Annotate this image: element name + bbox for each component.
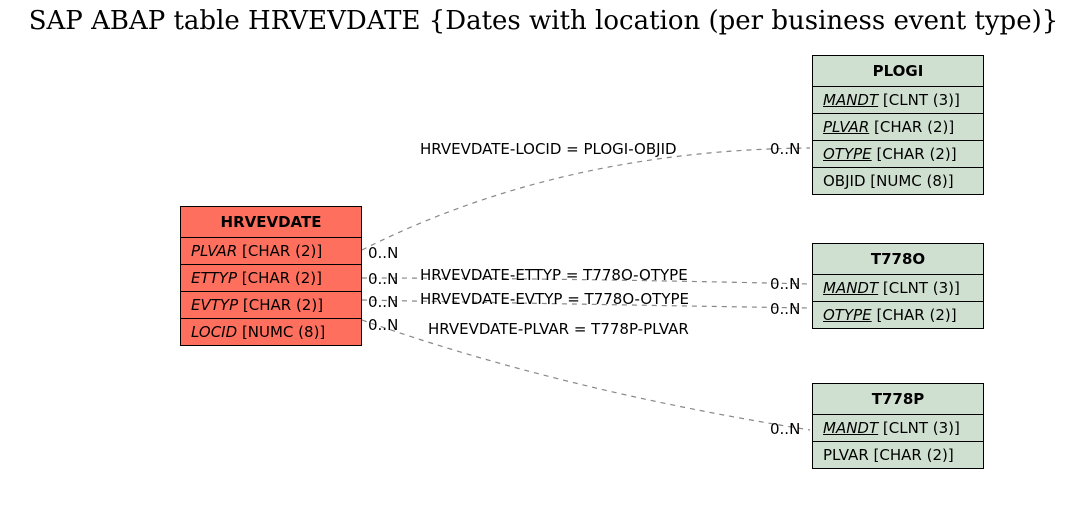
entity-t778p-field-mandt: MANDT [CLNT (3)] [813, 415, 983, 442]
entity-t778o-header: T778O [813, 244, 983, 275]
cardinality-right-t778p: 0..N [770, 420, 800, 438]
entity-plogi-field-otype: OTYPE [CHAR (2)] [813, 141, 983, 168]
relation-label-plvar: HRVEVDATE-PLVAR = T778P-PLVAR [428, 320, 689, 338]
entity-t778p-header: T778P [813, 384, 983, 415]
entity-t778p-field-plvar: PLVAR [CHAR (2)] [813, 442, 983, 468]
relation-label-evtyp: HRVEVDATE-EVTYP = T778O-OTYPE [420, 290, 689, 308]
entity-hrvevdate-field-ettyp: ETTYP [CHAR (2)] [181, 265, 361, 292]
entity-hrvevdate: HRVEVDATE PLVAR [CHAR (2)] ETTYP [CHAR (… [180, 206, 362, 346]
entity-plogi-field-objid: OBJID [NUMC (8)] [813, 168, 983, 194]
cardinality-right-t778o-1: 0..N [770, 275, 800, 293]
entity-t778o-field-otype: OTYPE [CHAR (2)] [813, 302, 983, 328]
cardinality-left-2: 0..N [368, 270, 398, 288]
cardinality-left-3: 0..N [368, 293, 398, 311]
cardinality-left-4: 0..N [368, 316, 398, 334]
entity-t778o-field-mandt: MANDT [CLNT (3)] [813, 275, 983, 302]
entity-hrvevdate-field-evtyp: EVTYP [CHAR (2)] [181, 292, 361, 319]
entity-plogi-field-plvar: PLVAR [CHAR (2)] [813, 114, 983, 141]
cardinality-right-t778o-2: 0..N [770, 300, 800, 318]
entity-hrvevdate-field-locid: LOCID [NUMC (8)] [181, 319, 361, 345]
entity-hrvevdate-field-plvar: PLVAR [CHAR (2)] [181, 238, 361, 265]
entity-plogi-header: PLOGI [813, 56, 983, 87]
entity-plogi: PLOGI MANDT [CLNT (3)] PLVAR [CHAR (2)] … [812, 55, 984, 195]
relation-label-ettyp: HRVEVDATE-ETTYP = T778O-OTYPE [420, 266, 688, 284]
entity-hrvevdate-header: HRVEVDATE [181, 207, 361, 238]
page-title: SAP ABAP table HRVEVDATE {Dates with loc… [0, 6, 1087, 36]
relation-label-locid: HRVEVDATE-LOCID = PLOGI-OBJID [420, 140, 677, 158]
cardinality-right-plogi: 0..N [770, 140, 800, 158]
entity-plogi-field-mandt: MANDT [CLNT (3)] [813, 87, 983, 114]
cardinality-left-1: 0..N [368, 244, 398, 262]
entity-t778o: T778O MANDT [CLNT (3)] OTYPE [CHAR (2)] [812, 243, 984, 329]
entity-t778p: T778P MANDT [CLNT (3)] PLVAR [CHAR (2)] [812, 383, 984, 469]
